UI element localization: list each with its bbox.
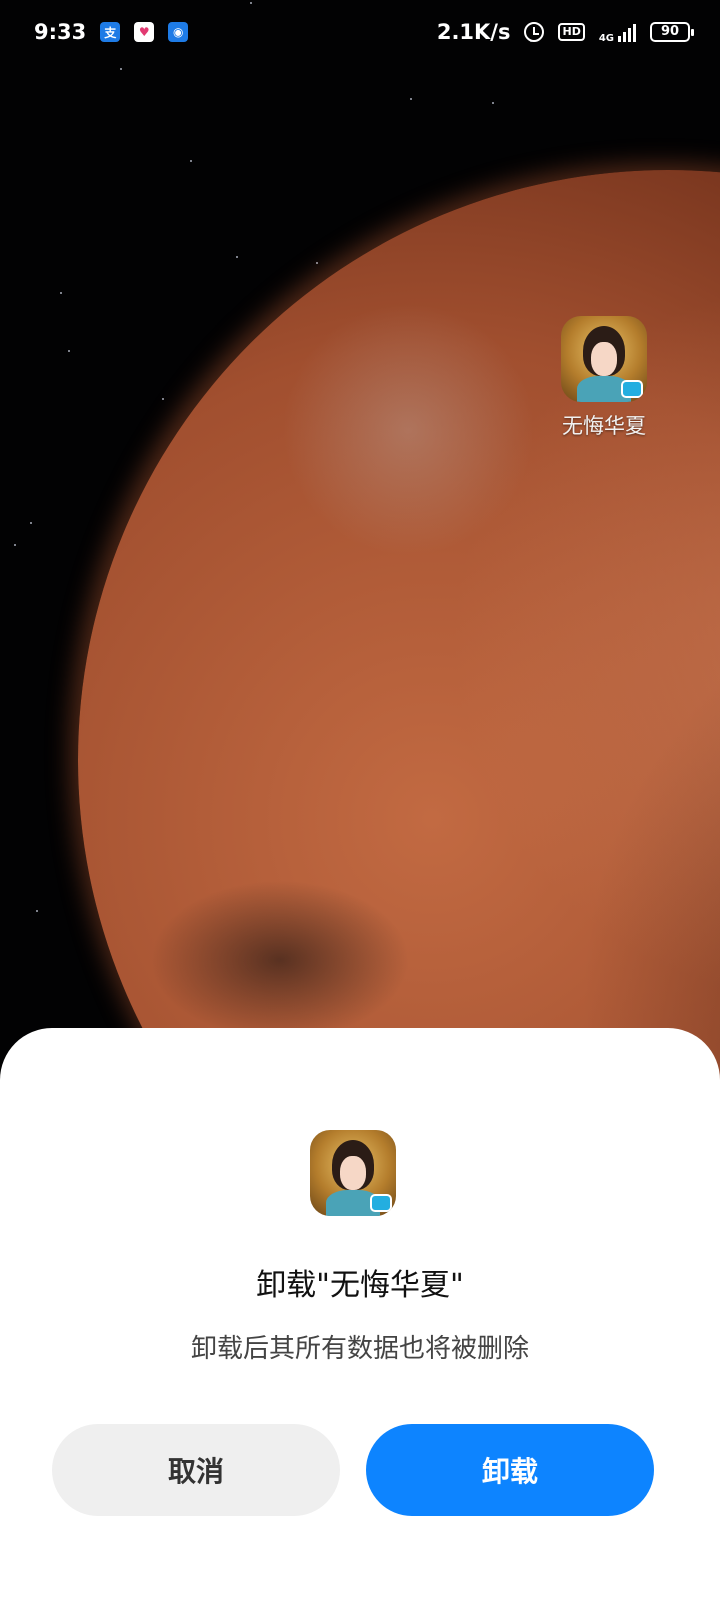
network-speed: 2.1K/s — [436, 20, 511, 44]
signal-icon — [618, 22, 636, 42]
uninstall-dialog: 卸载"无悔华夏" 卸载后其所有数据也将被删除 取消 卸载 — [0, 1028, 720, 1600]
tv-badge-icon — [621, 380, 643, 398]
cancel-button[interactable]: 取消 — [52, 1424, 340, 1516]
dialog-title: 卸载"无悔华夏" — [256, 1268, 464, 1303]
alipay-icon: 支 — [100, 22, 121, 42]
hd-icon: HD — [558, 23, 585, 41]
alarm-icon — [524, 22, 545, 42]
heart-app-icon: ♥ — [134, 22, 155, 42]
tv-badge-icon — [370, 1194, 392, 1212]
app-label: 无悔华夏 — [562, 414, 646, 438]
hotspot-icon: ◉ — [168, 22, 189, 42]
status-bar: 9:33 支 ♥ ◉ 2.1K/s HD 4G 90 — [0, 0, 720, 64]
battery-icon: 90 — [650, 22, 694, 42]
clock: 9:33 — [34, 20, 87, 44]
uninstall-button[interactable]: 卸载 — [366, 1424, 654, 1516]
dialog-message: 卸载后其所有数据也将被删除 — [190, 1334, 529, 1364]
desktop-app-shortcut[interactable]: 无悔华夏 — [554, 316, 654, 440]
game-app-icon — [310, 1130, 396, 1216]
game-app-icon — [561, 316, 647, 402]
network-type: 4G — [598, 33, 614, 44]
